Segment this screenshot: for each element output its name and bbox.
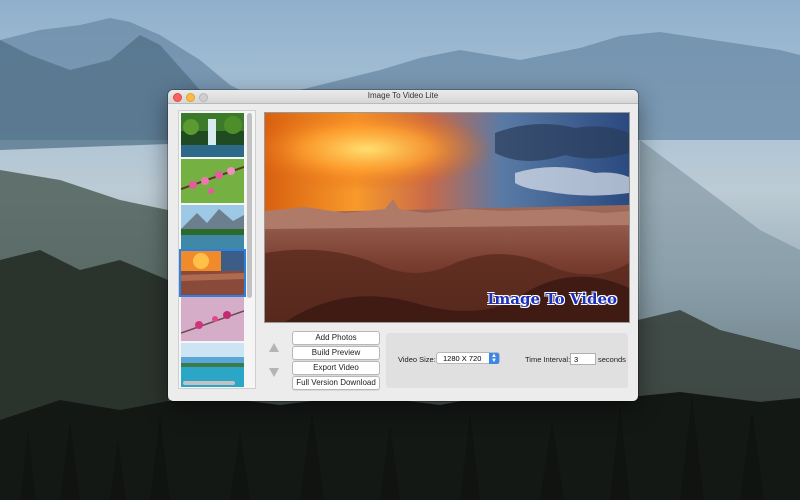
vertical-scrollbar[interactable]	[247, 113, 252, 298]
video-size-label: Video Size:	[398, 355, 436, 364]
time-interval-label: Time Interval:	[525, 355, 571, 364]
arrow-down-icon	[269, 368, 279, 377]
video-size-value: 1280 X 720	[443, 354, 482, 363]
thumbnail-list[interactable]	[178, 110, 256, 389]
arrow-up-icon	[269, 343, 279, 352]
thumbnail-pink-blossoms-2[interactable]	[181, 297, 244, 341]
build-preview-button[interactable]: Build Preview	[292, 346, 380, 360]
watermark-text: Image To Video	[487, 290, 617, 308]
video-size-select[interactable]: 1280 X 720 ▲ ▼	[436, 352, 500, 364]
window-title: Image To Video Lite	[367, 91, 439, 100]
horizontal-scrollbar[interactable]	[183, 381, 235, 385]
time-interval-input[interactable]: 3	[570, 353, 596, 365]
thumbnail-waterfall[interactable]	[181, 113, 244, 157]
settings-panel: Video Size: 1280 X 720 ▲ ▼ Time Interval:…	[386, 333, 628, 388]
export-video-button[interactable]: Export Video	[292, 361, 380, 375]
thumbnail-mountain-lake[interactable]	[181, 205, 244, 249]
thumbnail-canyon-sunset[interactable]	[179, 249, 246, 297]
add-photos-button[interactable]: Add Photos	[292, 331, 380, 345]
title-bar[interactable]: Image To Video Lite	[168, 90, 638, 104]
video-preview: Image To Video	[264, 112, 630, 323]
full-version-download-button[interactable]: Full Version Download	[292, 376, 380, 390]
app-window: Image To Video Lite Image To Video Add P…	[168, 90, 638, 401]
chevron-updown-icon: ▲ ▼	[489, 353, 499, 364]
time-unit-label: seconds	[598, 355, 626, 364]
thumbnail-pink-blossoms[interactable]	[181, 159, 244, 203]
